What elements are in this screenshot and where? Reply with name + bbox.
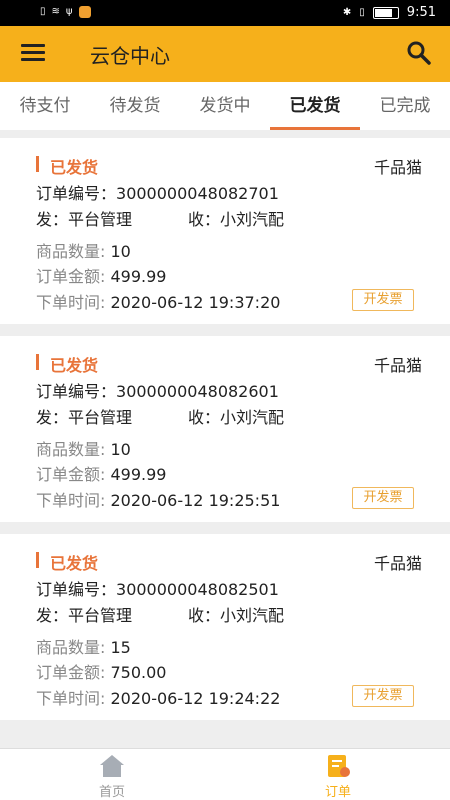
bottom-nav: 首页 订单 [0,748,450,800]
app-header: 云仓中心 [0,26,450,82]
sender-row: 发：平台管理 [36,602,132,626]
receiver-row: 收：小刘汽配 [188,206,284,230]
amount-row: 订单金额: 499.99 [36,263,166,287]
amount-value: 499.99 [110,465,167,484]
quantity-row: 商品数量: 10 [36,238,131,262]
order-time-label: 下单时间: [36,293,106,312]
quantity-label: 商品数量: [36,440,106,459]
vibrate-icon: ▯ [359,6,365,18]
order-status-tabs: 待支付 待发货 发货中 已发货 已完成 [0,82,450,130]
order-number: 3000000048082601 [116,382,279,401]
page-title: 云仓中心 [90,44,170,68]
order-time-label: 下单时间: [36,689,106,708]
amount-label: 订单金额: [36,663,106,682]
order-number-label: 订单编号： [36,382,117,401]
quantity-value: 10 [110,440,131,459]
shop-name: 千品猫 [373,356,422,375]
menu-icon[interactable] [18,40,48,68]
app-notification-icon [78,6,91,18]
order-number-label: 订单编号： [36,184,117,203]
invoice-button[interactable]: 开发票 [352,289,414,311]
quantity-value: 15 [110,638,131,657]
order-card[interactable]: 已发货 千品猫 订单编号：3000000048082601 发：平台管理 收：小… [0,336,450,522]
receiver-name: 小刘汽配 [220,408,285,427]
tab-pending-shipment[interactable]: 待发货 [90,82,180,130]
order-time-value: 2020-06-12 19:37:20 [110,293,281,312]
order-status: 已发货 [36,154,98,178]
order-time-value: 2020-06-12 19:25:51 [110,491,281,510]
order-time-row: 下单时间: 2020-06-12 19:25:51 [36,487,280,511]
bluetooth-icon: ✱ [342,6,352,18]
shop-name: 千品猫 [373,158,422,177]
quantity-row: 商品数量: 15 [36,634,131,658]
status-bar: ▯ ≋ ψ ✱ ▯ 9:51 [0,0,450,26]
receiver-label: 收： [188,606,221,625]
invoice-button[interactable]: 开发票 [352,685,414,707]
receiver-name: 小刘汽配 [220,606,285,625]
nav-orders[interactable]: 订单 [298,749,378,800]
amount-row: 订单金额: 750.00 [36,659,166,683]
order-status: 已发货 [36,550,98,574]
receiver-row: 收：小刘汽配 [188,602,284,626]
amount-value: 750.00 [110,663,167,682]
amount-label: 订单金额: [36,267,106,286]
sender-label: 发： [36,408,69,427]
sender-name: 平台管理 [68,408,133,427]
tab-shipping[interactable]: 发货中 [180,82,270,130]
order-number: 3000000048082501 [116,580,279,599]
sender-name: 平台管理 [68,606,133,625]
invoice-button[interactable]: 开发票 [352,487,414,509]
sender-label: 发： [36,606,69,625]
wifi-icon: ≋ [51,6,60,17]
sender-row: 发：平台管理 [36,404,132,428]
order-list: 已发货 千品猫 订单编号：3000000048082701 发：平台管理 收：小… [0,138,450,732]
nav-orders-label: 订单 [324,785,351,800]
receiver-label: 收： [188,210,221,229]
receiver-row: 收：小刘汽配 [188,404,284,428]
receiver-name: 小刘汽配 [220,210,285,229]
quantity-value: 10 [110,242,131,261]
order-time-row: 下单时间: 2020-06-12 19:37:20 [36,289,280,313]
battery-icon [372,6,399,19]
order-number-row: 订单编号：3000000048082701 [36,180,279,204]
order-number: 3000000048082701 [116,184,279,203]
search-icon[interactable] [404,38,434,68]
nav-home[interactable]: 首页 [72,749,152,800]
usb-icon: ψ [65,6,73,17]
amount-label: 订单金额: [36,465,106,484]
quantity-label: 商品数量: [36,242,106,261]
order-number-label: 订单编号： [36,580,117,599]
order-card[interactable]: 已发货 千品猫 订单编号：3000000048082701 发：平台管理 收：小… [0,138,450,324]
order-time-value: 2020-06-12 19:24:22 [110,689,281,708]
order-card[interactable]: 已发货 千品猫 订单编号：3000000048082501 发：平台管理 收：小… [0,534,450,720]
sim-icon: ▯ [40,6,46,17]
sender-name: 平台管理 [68,210,133,229]
tab-pending-payment[interactable]: 待支付 [0,82,90,130]
order-status: 已发货 [36,352,98,376]
sender-row: 发：平台管理 [36,206,132,230]
tab-shipped[interactable]: 已发货 [270,82,360,130]
order-icon [324,753,352,779]
order-time-row: 下单时间: 2020-06-12 19:24:22 [36,685,280,709]
status-time: 9:51 [406,5,436,20]
shop-name: 千品猫 [373,554,422,573]
quantity-label: 商品数量: [36,638,106,657]
sender-label: 发： [36,210,69,229]
home-icon [98,753,126,779]
amount-value: 499.99 [110,267,167,286]
receiver-label: 收： [188,408,221,427]
quantity-row: 商品数量: 10 [36,436,131,460]
order-number-row: 订单编号：3000000048082601 [36,378,279,402]
amount-row: 订单金额: 499.99 [36,461,166,485]
order-number-row: 订单编号：3000000048082501 [36,576,279,600]
tab-completed[interactable]: 已完成 [360,82,450,130]
nav-home-label: 首页 [98,785,125,800]
order-time-label: 下单时间: [36,491,106,510]
